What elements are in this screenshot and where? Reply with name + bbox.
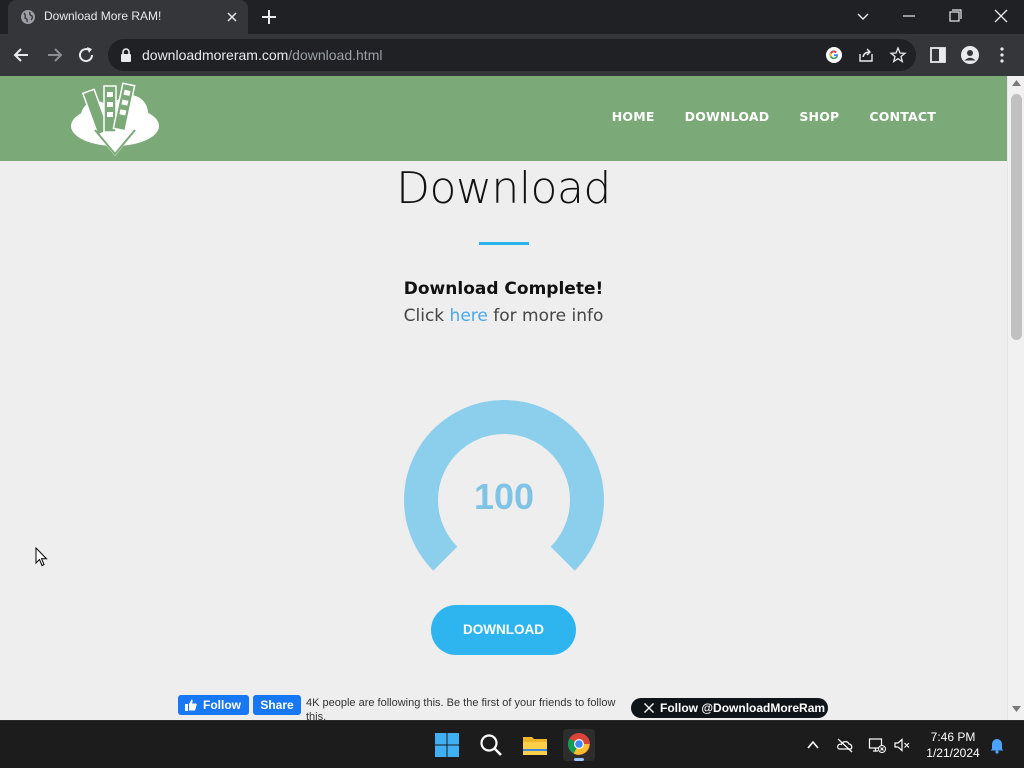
side-panel-icon[interactable]	[928, 45, 948, 65]
nav-download[interactable]: DOWNLOAD	[685, 109, 770, 124]
search-icon	[480, 734, 502, 756]
file-explorer-button[interactable]	[519, 729, 551, 761]
site-header: HOME DOWNLOAD SHOP CONTACT	[0, 76, 1007, 161]
scroll-up-arrow-icon[interactable]	[1012, 80, 1021, 86]
start-button[interactable]	[431, 729, 463, 761]
browser-titlebar: Download More RAM!	[0, 0, 1024, 34]
folder-icon	[523, 737, 547, 755]
onedrive-offline-icon[interactable]	[836, 736, 854, 754]
browser-toolbar: downloadmoreram.com/download.html	[0, 34, 1024, 76]
nav-home[interactable]: HOME	[612, 109, 655, 124]
google-icon[interactable]	[825, 46, 843, 64]
x-follow-label: Follow @DownloadMoreRam	[660, 701, 826, 715]
taskbar-clock[interactable]: 7:46 PM 1/21/2024	[920, 729, 986, 761]
show-hidden-icons-chevron-icon[interactable]	[804, 736, 822, 754]
url-text[interactable]: downloadmoreram.com/download.html	[142, 47, 382, 63]
close-tab-icon[interactable]	[224, 9, 240, 25]
browser-tab[interactable]: Download More RAM!	[8, 0, 248, 34]
windows-logo-icon	[435, 733, 459, 757]
network-disconnected-icon[interactable]	[868, 736, 886, 754]
url-host: downloadmoreram.com	[142, 47, 289, 63]
page-title: Download	[396, 163, 611, 214]
active-app-indicator	[574, 758, 584, 761]
forward-icon[interactable]	[44, 45, 64, 65]
x-follow-button[interactable]: Follow @DownloadMoreRam	[631, 698, 828, 718]
globe-icon	[21, 10, 35, 24]
profile-icon[interactable]	[960, 45, 980, 65]
menu-kebab-icon[interactable]	[992, 45, 1012, 65]
close-window-icon[interactable]	[990, 6, 1012, 26]
facebook-share-button[interactable]: Share	[253, 695, 301, 715]
thumbs-up-icon	[185, 699, 197, 711]
page-viewport: HOME DOWNLOAD SHOP CONTACT Download Down…	[0, 76, 1024, 720]
restore-icon[interactable]	[944, 6, 966, 26]
scroll-down-arrow-icon[interactable]	[1012, 706, 1021, 712]
more-info-link[interactable]: here	[450, 306, 488, 326]
mouse-cursor-icon	[35, 547, 48, 567]
back-icon[interactable]	[12, 45, 32, 65]
scrollbar-thumb[interactable]	[1011, 94, 1022, 340]
page-scrollbar[interactable]	[1007, 76, 1024, 720]
url-path: /download.html	[288, 47, 383, 63]
download-ram-logo[interactable]	[68, 80, 162, 158]
new-tab-icon[interactable]	[260, 8, 278, 26]
facebook-followers-text: 4K people are following this. Be the fir…	[306, 697, 616, 720]
search-button[interactable]	[475, 729, 507, 761]
facebook-follow-button[interactable]: Follow	[178, 695, 249, 715]
more-info-line: Click here for more info	[0, 306, 1007, 326]
tab-title: Download More RAM!	[44, 9, 162, 23]
windows-taskbar: 7:46 PM 1/21/2024	[0, 720, 1024, 768]
title-divider	[479, 242, 529, 245]
more-info-prefix: Click	[403, 306, 450, 326]
reload-icon[interactable]	[76, 45, 96, 65]
clock-time: 7:46 PM	[930, 730, 976, 744]
lock-icon[interactable]	[120, 48, 132, 62]
tab-search-chevron-icon[interactable]	[852, 6, 874, 26]
chrome-icon	[568, 733, 590, 755]
nav-contact[interactable]: CONTACT	[869, 109, 936, 124]
nav-shop[interactable]: SHOP	[799, 109, 839, 124]
share-icon[interactable]	[857, 46, 875, 64]
minimize-icon[interactable]	[898, 6, 920, 26]
x-logo-icon	[644, 703, 654, 713]
download-status: Download Complete!	[403, 279, 604, 299]
clock-date: 1/21/2024	[926, 746, 980, 760]
bookmark-star-icon[interactable]	[889, 46, 907, 64]
gauge-value: 100	[473, 476, 535, 517]
chrome-taskbar-button[interactable]	[563, 729, 595, 761]
notification-bell-icon[interactable]	[988, 736, 1006, 754]
volume-muted-icon[interactable]	[893, 736, 911, 754]
address-bar[interactable]: downloadmoreram.com/download.html	[108, 39, 916, 71]
download-button[interactable]: DOWNLOAD	[431, 605, 576, 655]
main-nav: HOME DOWNLOAD SHOP CONTACT	[612, 109, 936, 124]
facebook-follow-label: Follow	[203, 698, 241, 712]
more-info-suffix: for more info	[487, 306, 604, 326]
